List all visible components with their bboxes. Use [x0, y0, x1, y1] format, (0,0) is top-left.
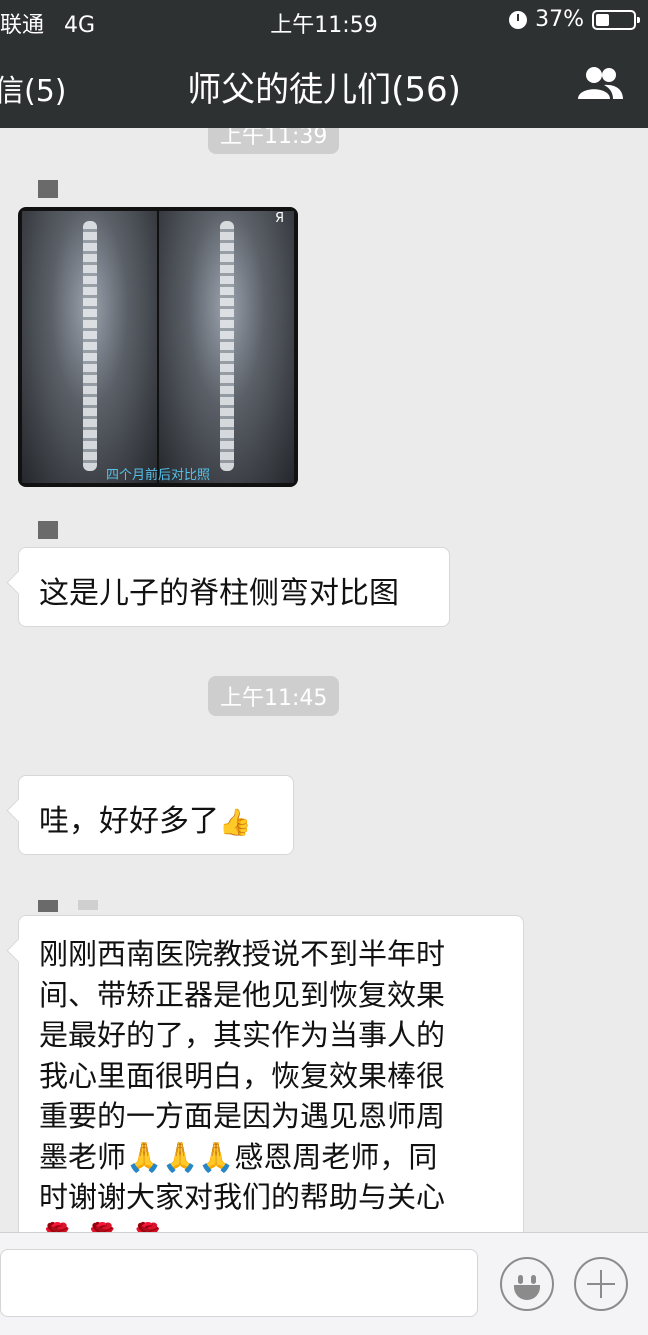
image-corner-mark: Я: [274, 211, 284, 226]
sender-avatar[interactable]: [38, 521, 58, 539]
chat-title: 师父的徒儿们(56): [187, 70, 461, 110]
thumbs-up-icon: 👍: [219, 808, 252, 838]
input-bar: [0, 1232, 648, 1335]
sender-avatar[interactable]: [38, 180, 58, 198]
eye-shape: [531, 1275, 536, 1284]
message-line: 我心里面很明白，恢复效果棒很: [39, 1058, 446, 1093]
smiley-icon[interactable]: [500, 1257, 554, 1311]
message-text: 这是儿子的脊柱侧弯对比图: [39, 576, 399, 611]
battery-icon: [592, 9, 640, 30]
eye-shape: [518, 1275, 523, 1284]
message-line: 时谢谢大家对我们的帮助与关心: [39, 1180, 446, 1214]
chat-area[interactable]: 上午11:39 Я 四个月前后对比照 这是儿子的脊柱侧弯对比图 上午11:45 …: [0, 128, 648, 1232]
message-bubble[interactable]: 这是儿子的脊柱侧弯对比图: [18, 547, 450, 627]
spine-shape: [82, 221, 97, 471]
plus-icon[interactable]: [574, 1257, 628, 1311]
message-bubble[interactable]: 刚刚西南医院教授说不到半年时 间、带矫正器是他见到恢复效果 是最好的了，其实作为…: [18, 915, 524, 1232]
plus-bar: [600, 1270, 602, 1298]
nav-bar: 信(5) 师父的徒儿们(56): [0, 40, 648, 128]
message-line: 间、带矫正器是他见到恢复效果: [39, 977, 446, 1012]
message-line: 是最好的了，其实作为当事人的: [39, 1018, 446, 1052]
sender-name: [78, 900, 98, 910]
message-line: 刚刚西南医院教授说不到半年时: [39, 937, 446, 971]
image-caption: 四个月前后对比照: [105, 468, 210, 483]
message-line: 🌹 🌹 🌹: [39, 1218, 503, 1233]
spine-shape: [219, 221, 234, 471]
timestamp: 上午11:45: [208, 676, 340, 716]
xray-before: [22, 211, 157, 483]
xray-after: [159, 211, 294, 483]
mouth-shape: [514, 1285, 540, 1300]
battery-percent: 37%: [535, 7, 584, 32]
message-text: 哇，好好多了: [39, 804, 219, 839]
message-bubble[interactable]: 哇，好好多了👍: [18, 775, 294, 855]
group-icon[interactable]: [576, 66, 624, 100]
image-message[interactable]: Я 四个月前后对比照: [18, 207, 298, 487]
message-input[interactable]: [0, 1249, 478, 1317]
message-line: 墨老师🙏🙏🙏感恩周老师，同: [39, 1139, 438, 1174]
battery-fill: [596, 13, 609, 26]
alarm-icon: [509, 10, 528, 29]
sender-avatar[interactable]: [38, 900, 58, 912]
timestamp: 上午11:39: [208, 128, 340, 154]
message-line: 重要的一方面是因为遇见恩师周: [39, 1099, 446, 1133]
status-right: 37%: [509, 7, 640, 32]
status-bar: 联通 4G 上午11:59 37%: [0, 0, 648, 40]
